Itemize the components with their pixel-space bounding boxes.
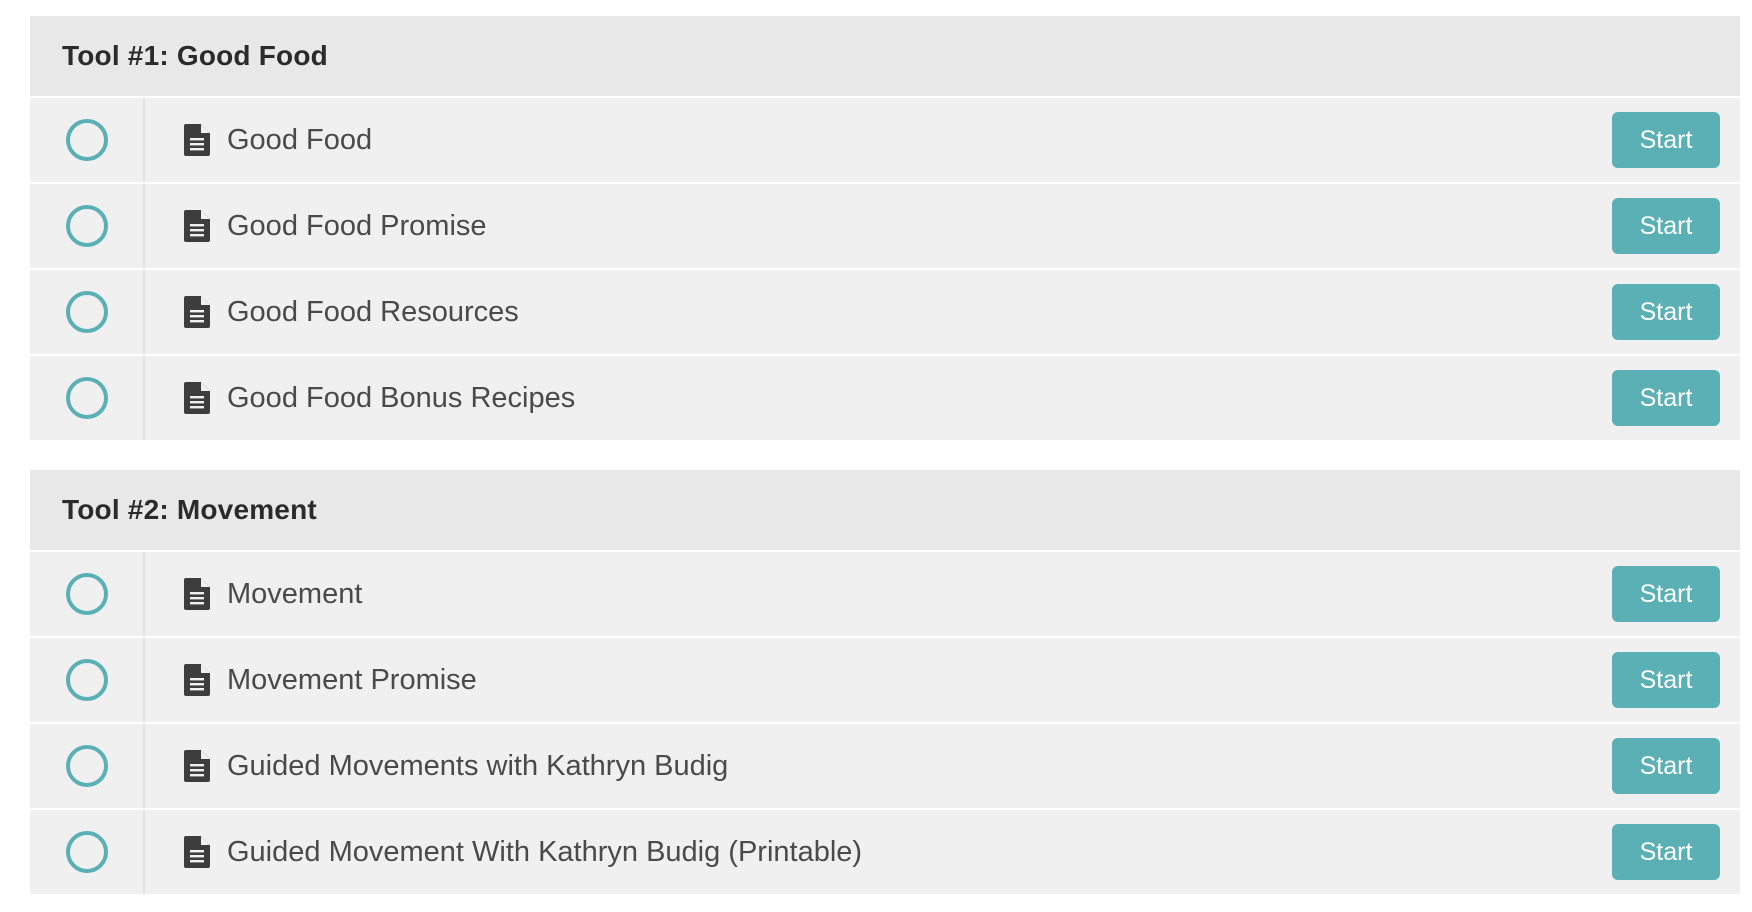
circle-outline-icon[interactable] (65, 659, 108, 701)
lesson-title[interactable]: Guided Movements with Kathryn Budig (227, 750, 1740, 783)
lesson-row[interactable]: Guided Movement With Kathryn Budig (Prin… (30, 810, 1740, 894)
circle-outline-icon[interactable] (65, 745, 108, 787)
lesson-row[interactable]: Guided Movements with Kathryn Budig Star… (30, 724, 1740, 810)
lesson-title[interactable]: Good Food (227, 124, 1740, 157)
status-cell (30, 810, 145, 894)
circle-outline-icon[interactable] (65, 205, 108, 247)
lesson-row[interactable]: Good Food Resources Start (30, 270, 1740, 356)
lesson-title[interactable]: Good Food Bonus Recipes (227, 382, 1740, 415)
section-tool-1: Tool #1: Good Food Good Food Start Good … (30, 16, 1740, 440)
document-icon (183, 663, 211, 697)
start-button[interactable]: Start (1612, 738, 1720, 794)
status-cell (30, 356, 145, 440)
circle-outline-icon[interactable] (65, 377, 108, 419)
circle-outline-icon[interactable] (65, 119, 108, 161)
document-icon (183, 749, 211, 783)
circle-outline-icon[interactable] (65, 573, 108, 615)
status-cell (30, 638, 145, 722)
lesson-title[interactable]: Movement (227, 578, 1740, 611)
document-icon (183, 381, 211, 415)
section-title: Tool #2: Movement (62, 494, 317, 525)
lesson-row[interactable]: Good Food Bonus Recipes Start (30, 356, 1740, 440)
lesson-row[interactable]: Movement Start (30, 552, 1740, 638)
lesson-title[interactable]: Good Food Resources (227, 296, 1740, 329)
circle-outline-icon[interactable] (65, 291, 108, 333)
start-button[interactable]: Start (1612, 652, 1720, 708)
circle-outline-icon[interactable] (65, 831, 108, 873)
status-cell (30, 552, 145, 636)
lesson-title[interactable]: Movement Promise (227, 664, 1740, 697)
course-outline: Tool #1: Good Food Good Food Start Good … (0, 0, 1752, 912)
document-icon (183, 295, 211, 329)
start-button[interactable]: Start (1612, 566, 1720, 622)
status-cell (30, 184, 145, 268)
start-button[interactable]: Start (1612, 370, 1720, 426)
document-icon (183, 835, 211, 869)
document-icon (183, 577, 211, 611)
section-title: Tool #1: Good Food (62, 40, 328, 71)
section-tool-2: Tool #2: Movement Movement Start Movemen… (30, 470, 1740, 894)
lesson-row[interactable]: Movement Promise Start (30, 638, 1740, 724)
section-header: Tool #1: Good Food (30, 16, 1740, 98)
section-header: Tool #2: Movement (30, 470, 1740, 552)
status-cell (30, 270, 145, 354)
lesson-row[interactable]: Good Food Promise Start (30, 184, 1740, 270)
lesson-title[interactable]: Guided Movement With Kathryn Budig (Prin… (227, 836, 1740, 869)
lesson-title[interactable]: Good Food Promise (227, 210, 1740, 243)
start-button[interactable]: Start (1612, 112, 1720, 168)
start-button[interactable]: Start (1612, 824, 1720, 880)
document-icon (183, 123, 211, 157)
status-cell (30, 98, 145, 182)
lesson-row[interactable]: Good Food Start (30, 98, 1740, 184)
start-button[interactable]: Start (1612, 284, 1720, 340)
status-cell (30, 724, 145, 808)
start-button[interactable]: Start (1612, 198, 1720, 254)
document-icon (183, 209, 211, 243)
